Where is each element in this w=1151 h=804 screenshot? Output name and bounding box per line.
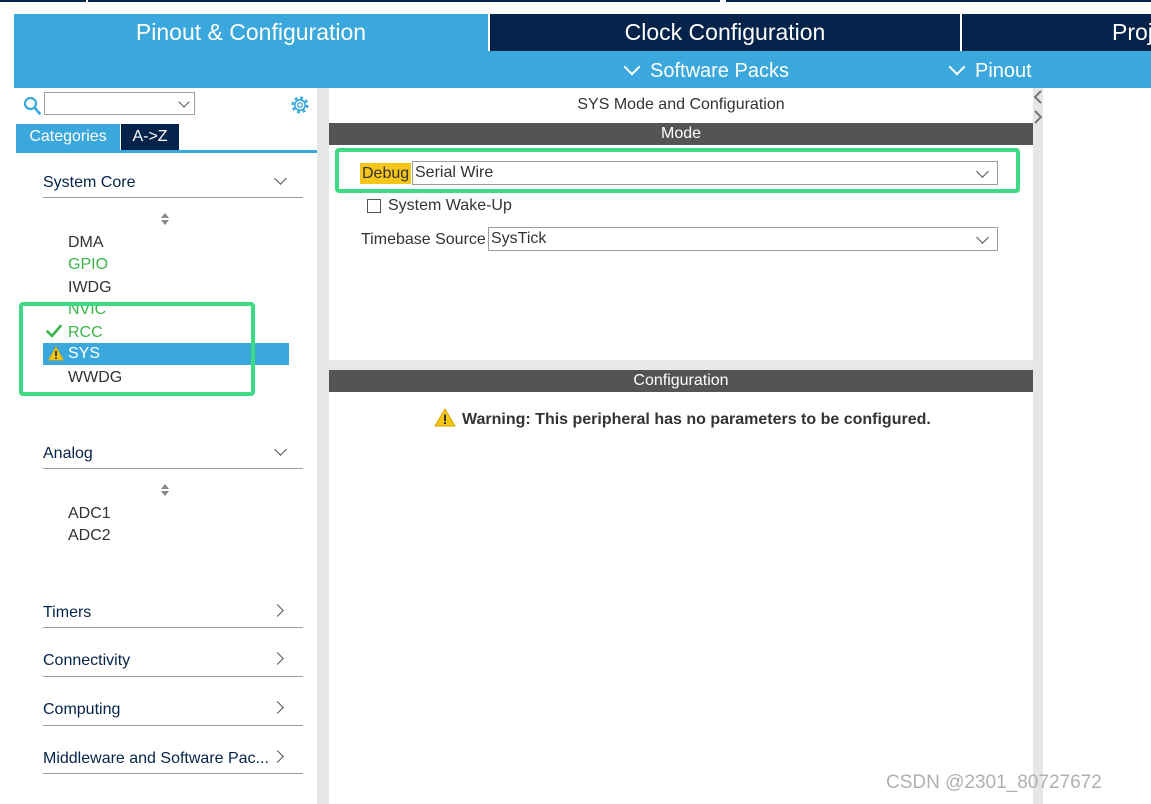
- tab-a-to-z[interactable]: A->Z: [121, 124, 179, 150]
- configuration-header: Configuration: [329, 370, 1033, 392]
- software-packs-menu[interactable]: Software Packs: [623, 51, 789, 88]
- section-label: Middleware and Software Pac...: [43, 750, 269, 767]
- tab-clock-configuration[interactable]: Clock Configuration: [490, 14, 960, 51]
- main-tab-bar: Pinout & Configuration Clock Configurati…: [14, 14, 1151, 51]
- section-label: Connectivity: [43, 652, 131, 669]
- list-item-dma[interactable]: DMA: [68, 232, 104, 254]
- section-label: System Core: [43, 174, 136, 191]
- panel-splitter[interactable]: [317, 88, 329, 804]
- strip-segment: [0, 0, 86, 2]
- pinout-label: Pinout: [975, 60, 1032, 82]
- section-middleware[interactable]: Middleware and Software Pac...: [43, 746, 301, 772]
- chevron-down-icon[interactable]: [178, 96, 190, 108]
- divider: [43, 197, 303, 198]
- panel-splitter[interactable]: [1033, 88, 1043, 804]
- sub-menu-bar: Software Packs Pinout: [14, 51, 1151, 88]
- timebase-source-label: Timebase Source: [361, 231, 486, 248]
- section-computing[interactable]: Computing: [43, 697, 301, 723]
- software-packs-label: Software Packs: [650, 60, 789, 82]
- list-item-adc1[interactable]: ADC1: [68, 503, 111, 525]
- divider: [43, 725, 303, 726]
- pinout-view-area: [1043, 88, 1151, 804]
- strip-segment: [726, 0, 1151, 2]
- chevron-down-icon: [948, 58, 966, 76]
- section-label: Timers: [43, 604, 92, 621]
- section-timers[interactable]: Timers: [43, 600, 301, 626]
- section-label: Computing: [43, 701, 121, 718]
- gear-icon[interactable]: [290, 95, 310, 115]
- categories-sidebar: Categories A->Z System Core DMA GPIO IWD…: [14, 88, 317, 804]
- divider: [43, 468, 303, 469]
- sort-icon[interactable]: [160, 482, 170, 498]
- section-label: Analog: [43, 445, 93, 462]
- warning-text: Warning: This peripheral has no paramete…: [462, 411, 931, 428]
- annotation-highlight-box: [335, 148, 1020, 193]
- section-connectivity[interactable]: Connectivity: [43, 648, 301, 674]
- tab-categories[interactable]: Categories: [16, 124, 120, 150]
- warning-message: Warning: This peripheral has no paramete…: [434, 408, 931, 431]
- divider: [43, 676, 303, 677]
- page-title: SYS Mode and Configuration: [577, 96, 785, 113]
- system-wakeup-label: System Wake-Up: [388, 197, 512, 214]
- tab-pinout-configuration[interactable]: Pinout & Configuration: [14, 14, 488, 51]
- warning-icon: [434, 408, 456, 427]
- search-input[interactable]: [44, 92, 195, 115]
- search-icon[interactable]: [23, 96, 41, 116]
- tab-project-manager[interactable]: Project Manager: [962, 14, 1151, 51]
- list-item-adc2[interactable]: ADC2: [68, 525, 111, 547]
- title-strip: [0, 0, 1151, 14]
- section-system-core[interactable]: System Core: [43, 170, 301, 196]
- list-item-iwdg[interactable]: IWDG: [68, 277, 112, 299]
- watermark: CSDN @2301_80727672: [886, 772, 1102, 793]
- timebase-source-select[interactable]: SysTick: [488, 227, 998, 251]
- tab-underline: [16, 150, 317, 153]
- chevron-down-icon: [623, 58, 641, 76]
- annotation-highlight-box: [19, 302, 255, 396]
- mode-header: Mode: [329, 123, 1033, 145]
- pinout-menu[interactable]: Pinout: [948, 51, 1032, 88]
- collapse-panel-icon[interactable]: [1034, 90, 1042, 124]
- section-separator: [329, 360, 1033, 370]
- sys-configuration-panel: SYS Mode and Configuration Mode Debug Se…: [329, 88, 1033, 804]
- divider: [43, 773, 303, 774]
- system-wakeup-checkbox[interactable]: [367, 199, 381, 213]
- divider: [43, 627, 303, 628]
- section-analog[interactable]: Analog: [43, 441, 301, 467]
- sort-icon[interactable]: [160, 211, 170, 227]
- timebase-value: SysTick: [491, 230, 547, 247]
- strip-segment: [88, 0, 720, 2]
- list-item-gpio[interactable]: GPIO: [68, 254, 108, 276]
- chevron-down-icon[interactable]: [976, 231, 989, 244]
